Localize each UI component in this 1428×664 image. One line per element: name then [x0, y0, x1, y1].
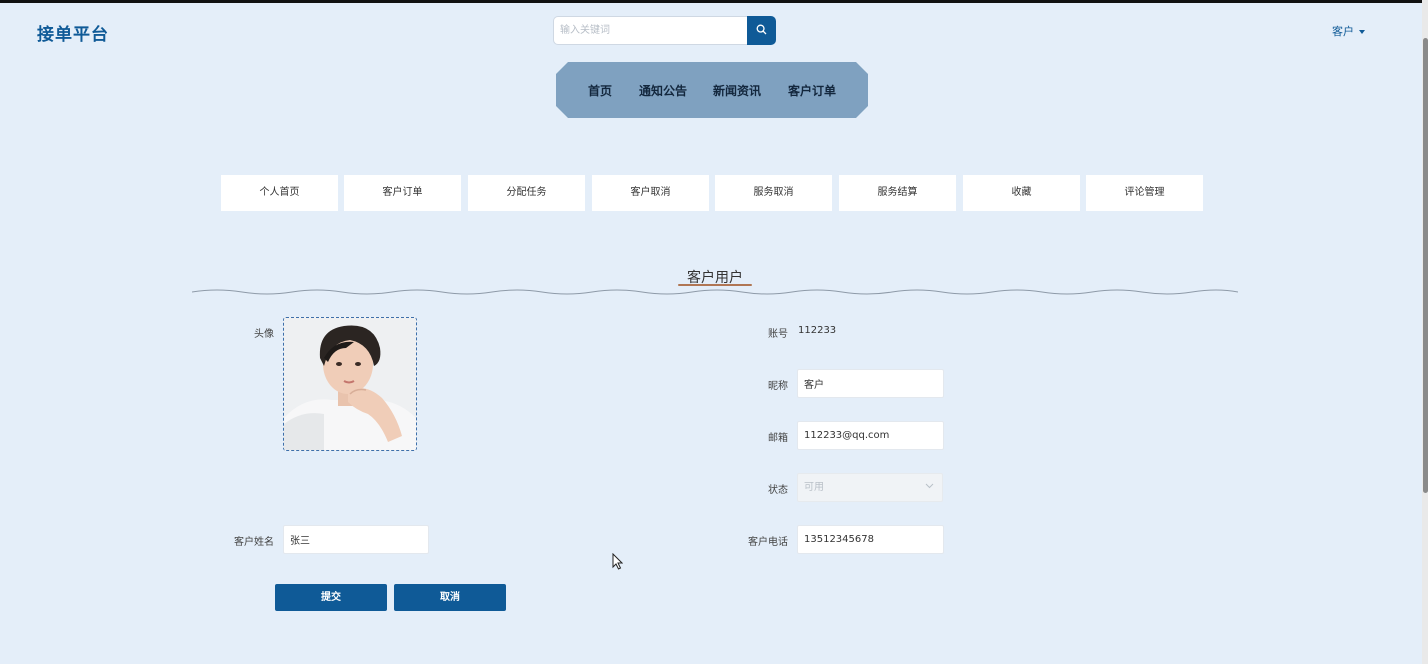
subnav-comment-management[interactable]: 评论管理	[1086, 175, 1203, 211]
nav-news[interactable]: 新闻资讯	[713, 82, 761, 99]
email-field[interactable]	[797, 421, 944, 450]
subnav-customer-cancel[interactable]: 客户取消	[592, 175, 709, 211]
customer-name-label: 客户姓名	[234, 537, 274, 548]
status-label: 状态	[768, 485, 788, 496]
site-logo[interactable]: 接单平台	[37, 20, 109, 45]
subnav-assign-tasks[interactable]: 分配任务	[468, 175, 585, 211]
customer-phone-field[interactable]	[797, 525, 944, 554]
title-underline	[678, 284, 752, 286]
email-label: 邮箱	[768, 433, 788, 444]
main-nav: 首页 通知公告 新闻资讯 客户订单	[556, 62, 868, 118]
status-value: 可用	[804, 482, 824, 493]
avatar-image	[284, 318, 416, 450]
subnav-customer-orders[interactable]: 客户订单	[344, 175, 461, 211]
search-icon	[756, 24, 767, 35]
customer-phone-label: 客户电话	[748, 537, 788, 548]
nav-home[interactable]: 首页	[588, 82, 612, 99]
nickname-field[interactable]	[797, 369, 944, 398]
subnav-service-cancel[interactable]: 服务取消	[715, 175, 832, 211]
cancel-button[interactable]: 取消	[394, 584, 506, 611]
window-top-border	[0, 0, 1428, 3]
user-menu-label: 客户	[1332, 25, 1354, 38]
subnav-service-settlement[interactable]: 服务结算	[839, 175, 956, 211]
page-scrollbar[interactable]	[1422, 0, 1428, 664]
status-select[interactable]: 可用	[797, 473, 943, 502]
wave-divider	[192, 289, 1238, 295]
avatar-label: 头像	[254, 329, 274, 340]
caret-down-icon	[1359, 30, 1365, 34]
subnav-personal-home[interactable]: 个人首页	[221, 175, 338, 211]
search-input[interactable]	[553, 16, 747, 45]
nav-customer-orders[interactable]: 客户订单	[788, 82, 836, 99]
chevron-down-icon	[925, 483, 934, 489]
nav-notices[interactable]: 通知公告	[639, 82, 687, 99]
scrollbar-thumb[interactable]	[1423, 38, 1428, 493]
submit-button[interactable]: 提交	[275, 584, 387, 611]
avatar-upload[interactable]	[283, 317, 417, 451]
search-bar	[553, 16, 776, 45]
subnav-favorites[interactable]: 收藏	[963, 175, 1080, 211]
mouse-cursor-icon	[612, 553, 623, 570]
account-label: 账号	[768, 329, 788, 340]
customer-name-field[interactable]	[283, 525, 429, 554]
user-menu[interactable]: 客户	[1332, 23, 1365, 39]
account-value: 112233	[798, 325, 837, 336]
search-button[interactable]	[747, 16, 776, 45]
nickname-label: 昵称	[768, 381, 788, 392]
